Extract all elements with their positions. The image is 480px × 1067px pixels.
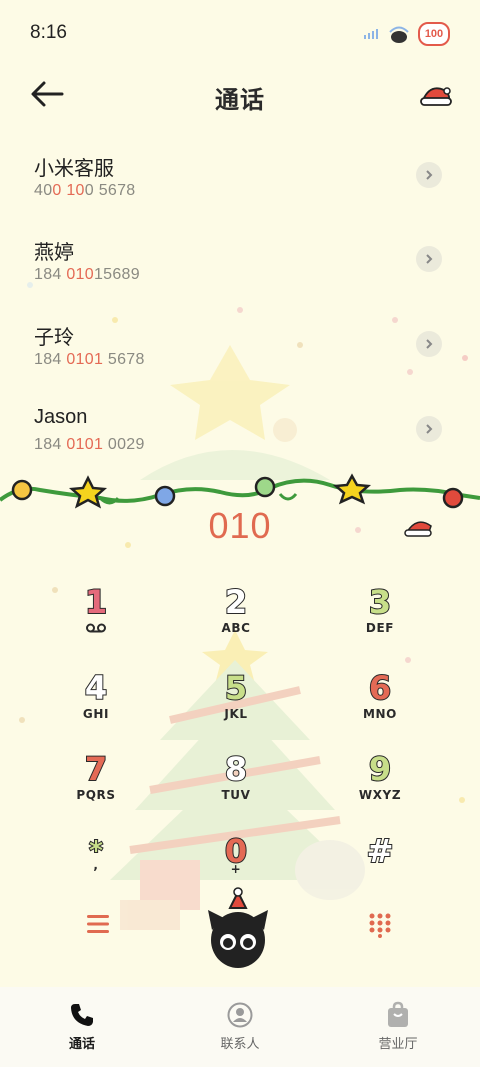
contact-detail-button[interactable]	[416, 246, 442, 272]
nav-label: 通话	[68, 1036, 95, 1051]
key-1[interactable]: 1	[36, 582, 156, 653]
contact-number: 184 0101 5678	[34, 351, 145, 368]
dialpad-toggle-icon[interactable]	[368, 912, 392, 938]
key-digit: 8	[224, 749, 248, 789]
key-5[interactable]: 5 JKL	[176, 668, 296, 739]
contact-detail-button[interactable]	[416, 331, 442, 357]
contact-number: 184 0101 0029	[34, 436, 145, 453]
contact-name: Jason	[34, 406, 88, 428]
key-digit: 7	[84, 749, 108, 789]
contact-name: 小米客服	[34, 158, 114, 180]
key-letters: DEF	[365, 621, 395, 635]
key-7[interactable]: 7 PQRS	[36, 749, 156, 820]
santa-hat-icon[interactable]	[420, 82, 452, 108]
key-hash[interactable]: #	[320, 831, 440, 902]
key-digit: 5	[224, 668, 248, 708]
key-letters: MNO	[363, 707, 397, 721]
chevron-right-icon	[426, 170, 433, 180]
contact-row[interactable]: 燕婷 184 01015689	[0, 236, 480, 320]
key-letters: ,	[93, 858, 99, 872]
key-letters: PQRS	[76, 788, 116, 802]
key-9[interactable]: 9 WXYZ	[320, 749, 440, 820]
key-4[interactable]: 4 GHI	[36, 668, 156, 739]
status-icons: 100	[364, 22, 450, 46]
contacts-icon	[227, 1002, 253, 1028]
key-letters: +	[230, 862, 242, 876]
key-3[interactable]: 3 DEF	[320, 582, 440, 653]
key-digit: 9	[368, 749, 392, 789]
phone-icon	[71, 1004, 93, 1026]
contact-detail-button[interactable]	[416, 416, 442, 442]
key-8[interactable]: 8 TUV	[176, 749, 296, 820]
signal-icon	[364, 29, 378, 39]
battery-indicator: 100	[418, 22, 450, 46]
status-time: 8:16	[30, 22, 67, 43]
page-title: 通话	[215, 87, 265, 114]
key-6[interactable]: 6 MNO	[320, 668, 440, 739]
chevron-right-icon	[426, 424, 433, 434]
contact-row[interactable]: 子玲 184 0101 5678	[0, 321, 480, 405]
contact-number: 184 01015689	[34, 266, 140, 283]
key-digit: 4	[84, 668, 108, 708]
key-letters: WXYZ	[358, 788, 402, 802]
key-letters: ABC	[221, 621, 251, 635]
nav-label: 联系人	[220, 1036, 260, 1051]
nav-label: 营业厅	[378, 1036, 418, 1051]
key-letters: TUV	[221, 788, 251, 802]
key-digit: 1	[84, 582, 108, 622]
key-digit: #	[366, 831, 395, 871]
key-digit: 2	[224, 582, 248, 622]
dialed-number-display[interactable]: 010	[0, 505, 480, 547]
voicemail-icon	[86, 623, 106, 633]
key-0[interactable]: 0 +	[176, 831, 296, 902]
chevron-right-icon	[426, 254, 433, 264]
bottom-navigation: 通话 联系人 营业厅	[0, 987, 480, 1067]
nav-tab-calls[interactable]: 通话	[2, 987, 162, 1067]
wifi-icon	[389, 26, 409, 43]
nav-tab-contacts[interactable]: 联系人	[160, 987, 320, 1067]
key-star[interactable]: * ,	[36, 832, 156, 902]
shop-bag-icon	[388, 1001, 408, 1027]
key-letters: JKL	[224, 707, 248, 721]
chevron-right-icon	[426, 339, 433, 349]
contact-name: 子玲	[34, 327, 74, 349]
contact-row[interactable]: 小米客服 400 100 5678	[0, 152, 480, 236]
contact-number: 400 100 5678	[34, 182, 136, 199]
nav-tab-service-hall[interactable]: 营业厅	[318, 987, 478, 1067]
key-digit: 3	[368, 582, 392, 622]
key-digit: 6	[368, 668, 392, 708]
contact-detail-button[interactable]	[416, 162, 442, 188]
contact-row[interactable]: Jason 184 0101 0029	[0, 406, 480, 490]
key-letters: GHI	[82, 707, 110, 721]
menu-icon[interactable]	[86, 913, 110, 935]
key-2[interactable]: 2 ABC	[176, 582, 296, 653]
contact-name: 燕婷	[34, 242, 74, 264]
